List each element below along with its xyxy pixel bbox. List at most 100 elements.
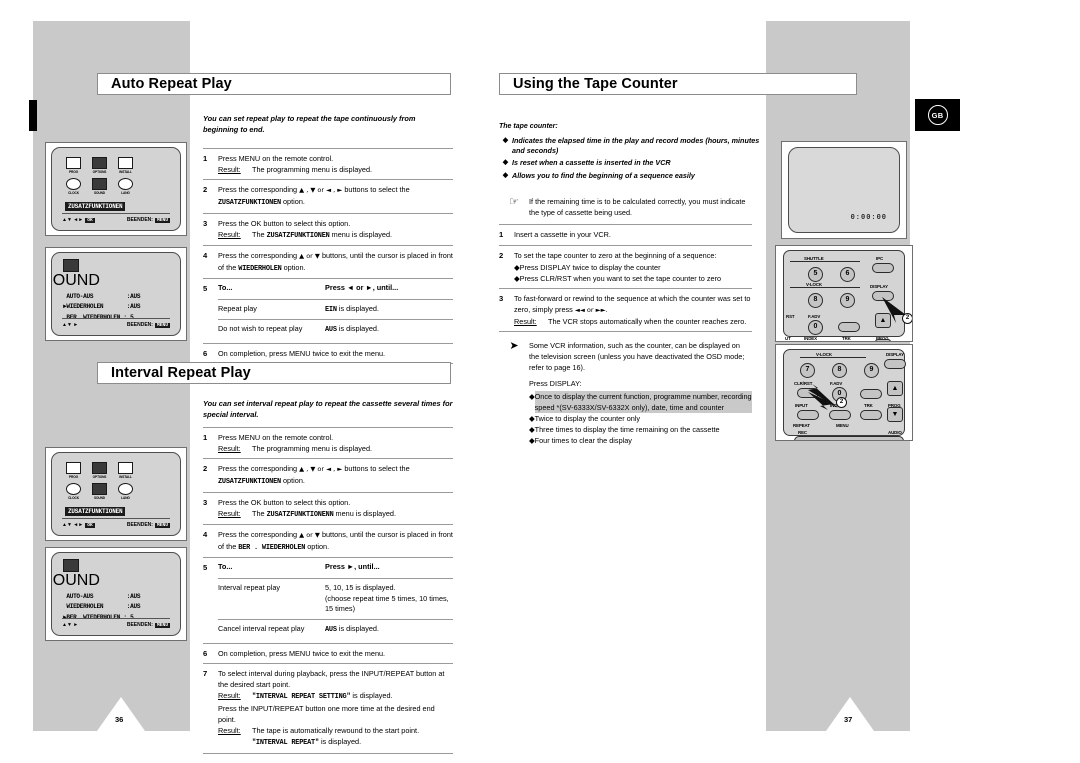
step-body: Press the corresponding ▲ or ▼ buttons, … [218,250,453,274]
osd-footer: ▲▼ ► BEENDEN: MENU [62,318,170,328]
step-row-table: 5 To... Press ◄ or ►, until... Repeat pl… [203,278,453,343]
press-display-label: Press DISPLAY: [529,379,582,389]
button-5[interactable]: 5 [808,267,823,282]
result-label: Result: [218,508,241,518]
remote-body: SHUTTLE 5 6 V-LOCK 8 9 RST F.ADV 0 TRK I… [783,250,912,341]
step-number: 6 [203,349,208,359]
osd-icon-label: SOUND [52,572,100,589]
button-0[interactable]: 0 [808,320,823,335]
osd-icon-row-1: PROG OPTIONS INSTALL [52,148,180,174]
diamond-bullet-icon: ◆ [502,171,509,179]
result-text: The programming menu is displayed. [252,165,373,175]
osd-highlighted-option: ZUSATZFUNKTIONEN [65,202,126,211]
clock-icon [66,483,81,495]
result-text-b: menu is displayed. [335,508,396,518]
osd-icon-label: CLOCK [68,496,79,500]
auto-repeat-steps: 1 Press MENU on the remote control. Resu… [203,148,453,365]
tape-counter-lead: The tape counter: [499,123,558,130]
shuttle-label: SHUTTLE [804,256,824,261]
prog-up-button[interactable]: ▲ [887,381,903,396]
osd-icon-sound: SOUND [91,483,108,500]
osd-icon-label: OPTIONS [92,475,107,479]
button-6[interactable]: 6 [840,267,855,282]
osd-footer-keys: ▲▼ ◄► [62,522,84,528]
setting-suffix: is displayed. [338,304,379,314]
result-text-2: The tape is automatically rewound to the… [252,725,420,735]
ipc-button[interactable] [872,263,894,273]
option-table: To... Press ►, until... Interval repeat … [218,562,453,639]
setting-value: AUS [325,625,337,634]
bottom-rocker-bar[interactable] [794,436,904,440]
tape-counter-steps: ☞ If the remaining time is to be calcula… [499,192,752,453]
osd-icon-options: OPTIONS [91,157,108,174]
osd-footer-exit-label: BEENDEN: [126,217,153,223]
prog-down-button[interactable]: ▼ [887,407,903,422]
step-row: 1 Press MENU on the remote control. Resu… [203,148,453,179]
button-9[interactable]: 9 [864,363,879,378]
callout-number: 2 [836,397,847,408]
osd-footer: ▲▼ ◄► OK BEENDEN: MENU [62,518,170,528]
tape-counter-display: 0:00:00 [850,214,887,222]
tv-screen: 0:00:00 [788,147,900,233]
osd-icon-row-1: PROG OPTIONS INSTALL [52,453,180,479]
result-label: Result: [218,229,241,239]
step-text-a: To fast-forward or rewind to the sequenc… [514,293,751,314]
table-header-row: To... Press ►, until... [218,562,453,578]
button-8[interactable]: 8 [832,363,847,378]
step-body: Press MENU on the remote control. Result… [218,153,453,175]
trk-up-button[interactable] [860,389,882,399]
step-body: Press the corresponding ▲ or ▼ buttons, … [218,529,453,553]
left-page-number: 36 [115,715,124,724]
col1-header: To... [218,562,233,572]
hand-note: ☞ If the remaining time is to be calcula… [499,192,752,224]
result-label: Result: [514,316,537,326]
menu-option-name: ZUSATZFUNKTIONEN [218,199,281,208]
button-9[interactable]: 9 [840,293,855,308]
index-button[interactable] [829,410,851,420]
result-label: Result: [218,444,241,454]
button-7[interactable]: 7 [800,363,815,378]
osd-icon-prog: PROG [65,462,82,479]
step-row: 3 Press the OK button to select this opt… [203,212,453,246]
step-number: 2 [203,185,208,195]
step-text-a: Press the corresponding [218,530,298,540]
step-body: To fast-forward or rewind to the sequenc… [514,293,752,327]
index-label: INDEX [804,336,817,341]
shuttle-ring-line [790,261,860,262]
trk-up-button[interactable] [838,322,860,332]
bullet-text: Four times to clear the display [534,436,632,446]
setting-suffix: is displayed. [338,623,379,633]
setting-suffix: is displayed. [338,324,379,334]
arrow-note-body: Some VCR information, such as the counte… [529,340,752,447]
osd-icon-row-2: CLOCK SOUND LANG [52,479,180,500]
language-badge-label: GB [927,105,948,125]
repeat-label: REPEAT [793,423,810,428]
calendar-icon [66,157,81,169]
tape-counter-bullet-list: ◆ Indicates the elapsed time in the play… [499,136,769,183]
left-page-number-shape [97,697,145,731]
trk-down-button[interactable] [860,410,882,420]
step-body: To... Press ◄ or ►, until... Repeat play… [218,283,453,340]
step-body: Press the corresponding ▲ , ▼ or ◄ , ► b… [218,463,453,487]
table-cell-result: AUS is displayed. [325,618,453,639]
step-number: 3 [203,497,208,507]
step-number: 2 [499,250,504,260]
globe-icon [118,178,133,190]
transport-keys-icon: ◄◄ or ►► [574,305,606,314]
prog-down-button[interactable]: ▼ [875,339,891,341]
button-8[interactable]: 8 [808,293,823,308]
step-row: 1 Press MENU on the remote control. Resu… [203,427,453,458]
result-label: Result: [218,165,241,175]
display-button[interactable] [884,359,906,369]
step-body: Press the corresponding ▲ , ▼ or ◄ , ► b… [218,184,453,208]
osd-icon-label: PROG [69,475,78,479]
osd-icon-install: INSTALL [117,462,134,479]
input-repeat-button[interactable] [797,410,819,420]
table-header-row: To... Press ◄ or ►, until... [218,283,453,299]
result-text: is displayed. [352,691,393,701]
bullet-item: ◆ Three times to display the time remain… [529,424,752,435]
osd-footer-ok-key: OK [85,217,95,223]
step-number: 5 [203,563,208,573]
bullet-item: ◆ Press DISPLAY twice to display the cou… [514,262,752,273]
setting-value: 5, 10, 15 is displayed. [325,583,396,593]
